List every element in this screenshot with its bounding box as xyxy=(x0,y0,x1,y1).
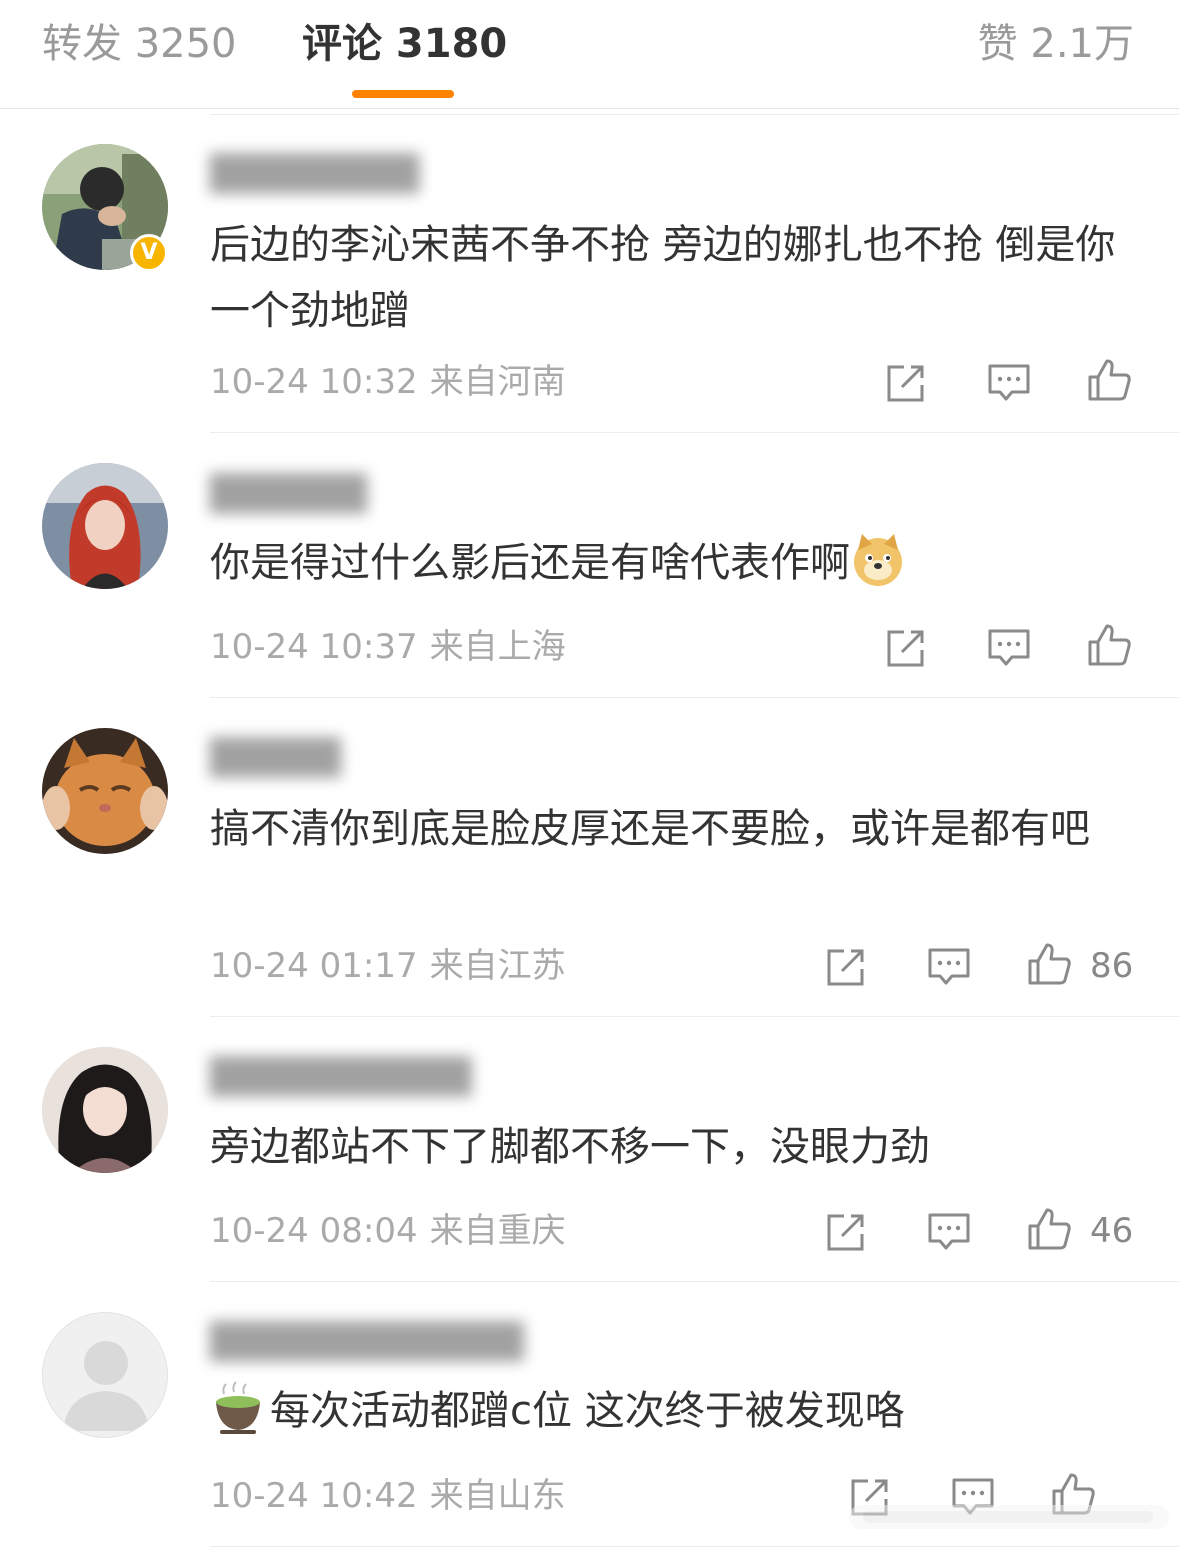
tab-repost[interactable]: 转发 3250 xyxy=(42,18,237,70)
reply-icon[interactable] xyxy=(986,359,1032,405)
like-icon[interactable] xyxy=(1026,1206,1072,1252)
comment-location: 来自江苏 xyxy=(429,946,566,986)
comment-meta: 10-24 10:37 来自上海 xyxy=(210,627,566,667)
share-icon[interactable] xyxy=(884,359,930,405)
divider xyxy=(210,1016,1179,1017)
comment-meta: 10-24 10:32 来自河南 xyxy=(210,362,566,402)
share-icon[interactable] xyxy=(824,943,870,989)
comment-meta: 10-24 10:42 来自山东 xyxy=(210,1476,566,1516)
comment-text: 你是得过什么影后还是有啥代表作啊 xyxy=(210,530,1140,596)
green-tea-icon xyxy=(216,1381,260,1434)
comment-time: 10-24 08:04 xyxy=(210,1211,418,1251)
avatar[interactable] xyxy=(42,728,168,854)
comment-time: 10-24 10:37 xyxy=(210,627,418,667)
comment-meta: 10-24 01:17 来自江苏 xyxy=(210,946,566,986)
divider xyxy=(210,432,1179,433)
avatar[interactable] xyxy=(42,1312,168,1438)
username-redacted[interactable]: █████ xyxy=(210,738,380,778)
comment-text: 搞不清你到底是脸皮厚还是不要脸，或许是都有吧 xyxy=(210,806,1090,852)
divider xyxy=(210,1546,1179,1547)
share-icon[interactable] xyxy=(824,1208,870,1254)
active-tab-indicator xyxy=(352,90,454,98)
divider xyxy=(210,1281,1179,1282)
username-redacted[interactable]: ████████ xyxy=(210,154,430,194)
tab-comments[interactable]: 评论 3180 xyxy=(302,18,507,70)
comment-location: 来自山东 xyxy=(429,1476,566,1516)
reply-icon[interactable] xyxy=(926,1208,972,1254)
doge-icon xyxy=(854,534,902,586)
watermark-overlay xyxy=(849,1505,1169,1529)
username-redacted[interactable]: ████████████ xyxy=(210,1322,560,1362)
reply-icon[interactable] xyxy=(986,624,1032,670)
verified-badge-icon: V xyxy=(130,234,168,272)
comment-time: 10-24 01:17 xyxy=(210,946,418,986)
like-count: 46 xyxy=(1090,1211,1134,1251)
comment-text: 每次活动都蹭c位 这次终于被发现咯 xyxy=(210,1378,1140,1444)
tab-bar: 转发 3250 评论 3180 赞 2.1万 xyxy=(0,0,1179,109)
avatar[interactable] xyxy=(42,1047,168,1173)
comment-text: 后边的李沁宋茜不争不抢 旁边的娜扎也不抢 倒是你一个劲地蹭 xyxy=(210,222,1116,334)
username-redacted[interactable]: ██████████ xyxy=(210,1057,500,1097)
comment-location: 来自河南 xyxy=(429,362,566,402)
comment-time: 10-24 10:42 xyxy=(210,1476,418,1516)
comment-text-body: 每次活动都蹭c位 这次终于被发现咯 xyxy=(270,1388,905,1434)
like-icon[interactable] xyxy=(1086,357,1132,403)
like-count: 86 xyxy=(1090,946,1134,986)
comment-meta: 10-24 08:04 来自重庆 xyxy=(210,1211,566,1251)
divider xyxy=(210,114,1179,115)
comment-location: 来自重庆 xyxy=(429,1211,566,1251)
reply-icon[interactable] xyxy=(926,943,972,989)
comment-text: 旁边都站不下了脚都不移一下，没眼力劲 xyxy=(210,1124,930,1170)
like-icon[interactable] xyxy=(1026,941,1072,987)
avatar[interactable] xyxy=(42,463,168,589)
tab-likes[interactable]: 赞 2.1万 xyxy=(978,18,1134,70)
divider xyxy=(210,697,1179,698)
like-icon[interactable] xyxy=(1086,622,1132,668)
username-redacted[interactable]: ██████ xyxy=(210,474,410,514)
comment-text-body: 你是得过什么影后还是有啥代表作啊 xyxy=(210,540,850,586)
comment-location: 来自上海 xyxy=(429,627,566,667)
comment-time: 10-24 10:32 xyxy=(210,362,418,402)
share-icon[interactable] xyxy=(884,624,930,670)
